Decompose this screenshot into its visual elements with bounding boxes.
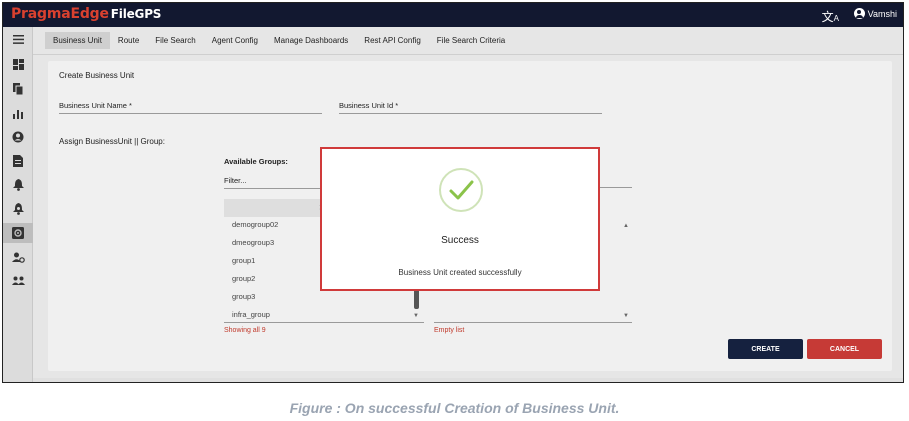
business-unit-name-field[interactable]: Business Unit Name * [59,101,322,114]
success-check-icon [439,168,483,212]
tab-route[interactable]: Route [110,32,147,49]
list-item[interactable]: group2 [232,274,255,283]
avatar-icon [853,8,865,19]
list-item[interactable]: group3 [232,292,255,301]
tab-bar: Business Unit Route File Search Agent Co… [33,27,903,55]
dashboard-icon[interactable] [3,54,33,74]
bell-settings-icon[interactable] [3,199,33,219]
filter-placeholder: Filter... [224,176,247,185]
card-title: Create Business Unit [59,71,135,80]
list-item[interactable]: dmeogroup3 [232,238,274,247]
translate-icon[interactable]: 文A [822,8,839,25]
list-item[interactable]: group1 [232,256,255,265]
success-dialog: Success Business Unit created successful… [320,147,600,291]
menu-icon[interactable] [3,29,33,49]
list-item[interactable]: infra_group [232,310,270,319]
product-name: FileGPS [110,7,162,21]
bottom-panel [33,378,903,382]
business-unit-id-label: Business Unit Id * [339,101,399,110]
tab-file-search-criteria[interactable]: File Search Criteria [429,32,513,49]
tab-file-search[interactable]: File Search [147,32,203,49]
list-scrollbar[interactable] [414,289,419,309]
copy-icon[interactable] [3,79,33,99]
tab-business-unit[interactable]: Business Unit [45,32,110,49]
username: Vamshi [867,8,897,19]
top-bar: PragmaEdge FileGPS 文A Vamshi [3,3,903,27]
business-unit-id-field[interactable]: Business Unit Id * [339,101,602,114]
showing-count: Showing all 9 [224,327,266,334]
tab-rest-api-config[interactable]: Rest API Config [356,32,428,49]
scroll-up-icon[interactable]: ▲ [623,223,629,229]
dialog-message: Business Unit created successfully [398,268,522,277]
figure-caption: Figure : On successful Creation of Busin… [289,400,620,416]
user-menu[interactable]: Vamshi [853,8,897,19]
settings-box-icon[interactable] [3,223,33,243]
dialog-title: Success [441,235,479,246]
sidebar [3,27,33,382]
bell-icon[interactable] [3,175,33,195]
scroll-down-icon[interactable]: ▼ [413,313,419,319]
tab-agent-config[interactable]: Agent Config [204,32,266,49]
empty-list-text: Empty list [434,327,465,334]
bar-chart-icon[interactable] [3,104,33,124]
scroll-down-icon[interactable]: ▼ [623,313,629,319]
create-button[interactable]: CREATE [728,339,803,359]
app-logo[interactable]: PragmaEdge FileGPS [11,6,161,22]
document-icon[interactable] [3,151,33,171]
assign-group-label: Assign BusinessUnit || Group: [59,137,165,146]
app-window: PragmaEdge FileGPS 文A Vamshi Business Un… [2,2,904,383]
business-unit-name-label: Business Unit Name * [59,101,132,110]
user-settings-icon[interactable] [3,247,33,267]
brand-name: PragmaEdge [11,6,109,22]
user-circle-icon[interactable] [3,127,33,147]
tab-manage-dashboards[interactable]: Manage Dashboards [266,32,356,49]
cancel-button[interactable]: CANCEL [807,339,882,359]
list-item[interactable]: demogroup02 [232,220,278,229]
available-groups-title: Available Groups: [224,157,288,166]
group-icon[interactable] [3,271,33,291]
